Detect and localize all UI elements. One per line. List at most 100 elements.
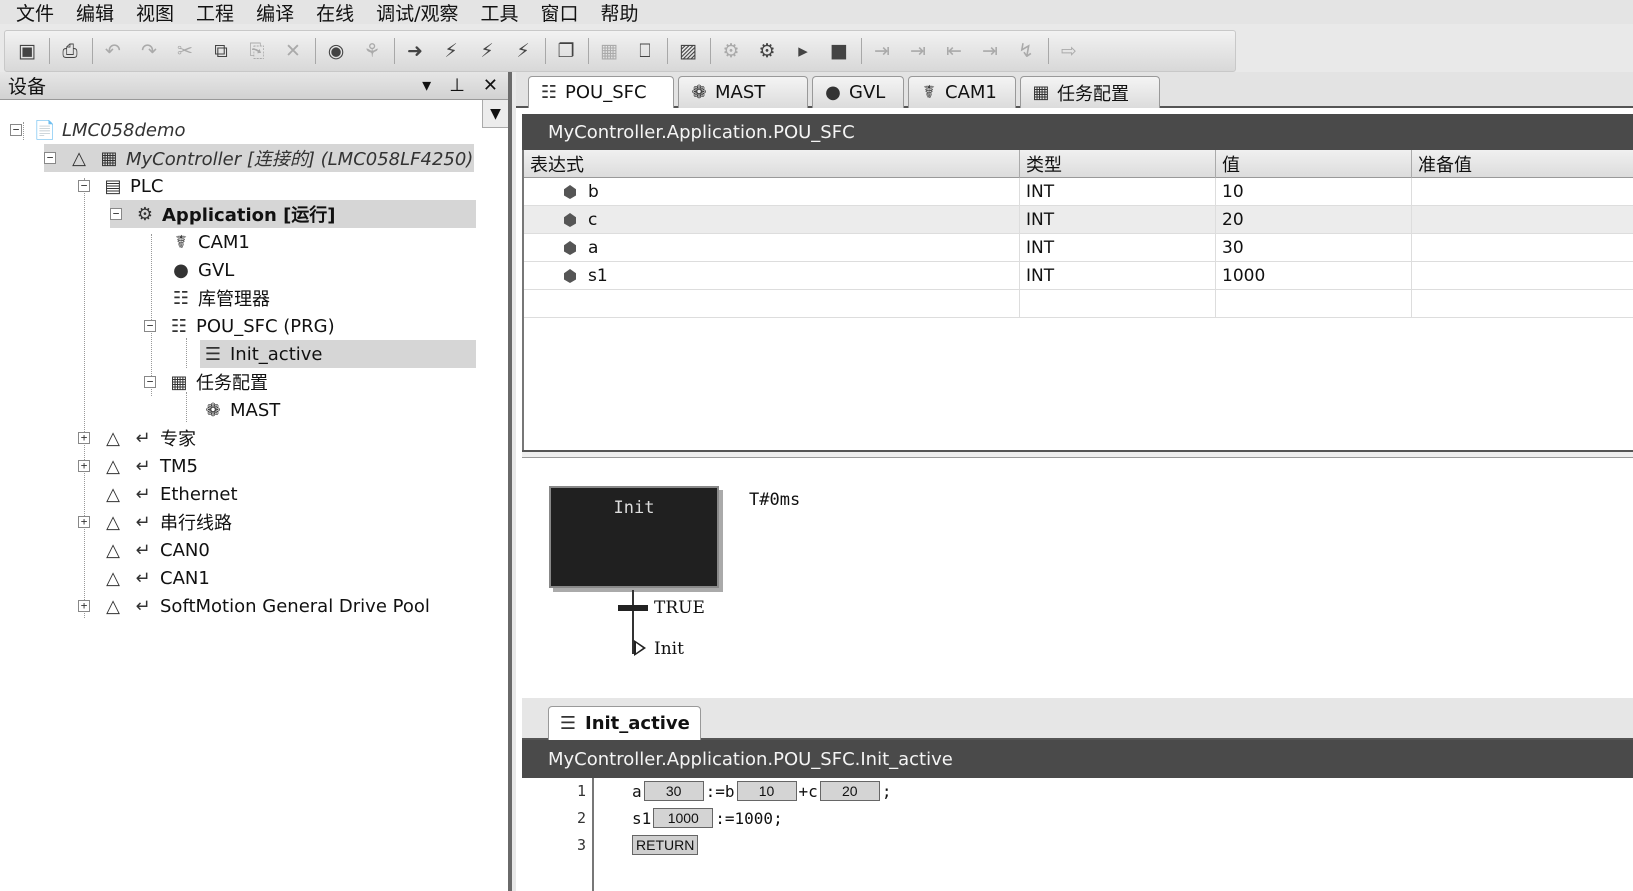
tree-item-controller[interactable]: − △ ▦ MyController [连接的] (LMC058LF4250) (44, 144, 474, 172)
tree-item-pou-sfc[interactable]: − ☷ POU_SFC (PRG) (144, 312, 474, 340)
tree-item-ethernet[interactable]: △ ↵ Ethernet (100, 480, 480, 508)
step-icon[interactable]: ⇥ (868, 37, 896, 65)
table-row[interactable]: c INT 20 (524, 206, 1633, 234)
table-row[interactable]: s1 INT 1000 (524, 262, 1633, 290)
logout-icon[interactable]: ⚡ (509, 37, 537, 65)
tree-item-cam1[interactable]: ☤ CAM1 (168, 228, 468, 256)
menu-tools[interactable]: 工具 (481, 0, 541, 26)
collapse-toggle[interactable]: − (144, 320, 156, 332)
tree-item-plc[interactable]: − ▤ PLC (78, 172, 378, 200)
table-row[interactable]: b INT 10 (524, 178, 1633, 206)
device-icon[interactable]: ⎕ (631, 37, 659, 65)
expand-toggle[interactable]: + (78, 432, 90, 444)
breakpoint-icon[interactable]: ↯ (1012, 37, 1040, 65)
tab-init-active[interactable]: ☰ Init_active (548, 706, 701, 740)
pin-icon[interactable]: ⊥ (449, 75, 465, 96)
stop-icon[interactable]: ■ (825, 37, 853, 65)
sfc-step-init[interactable]: Init (549, 486, 719, 588)
copy-icon[interactable]: ⧉ (207, 37, 235, 65)
tab-cam1[interactable]: ☤ CAM1 (908, 76, 1016, 108)
step-over-icon[interactable]: ⇥ (904, 37, 932, 65)
tab-gvl[interactable]: ● GVL (812, 76, 904, 108)
tree-item-expert[interactable]: + △ ↵ 专家 (78, 424, 478, 452)
print-icon[interactable]: ⎙ (56, 37, 84, 65)
collapse-toggle[interactable]: − (44, 152, 56, 164)
cell-prepared-value[interactable] (1412, 206, 1633, 234)
step-out-icon[interactable]: ⇤ (940, 37, 968, 65)
sfc-transition[interactable] (618, 605, 648, 611)
step-into-icon[interactable]: ⇥ (976, 37, 1004, 65)
dropdown-icon[interactable]: ▾ (422, 75, 431, 96)
debug-icon[interactable]: ⚙ (717, 37, 745, 65)
column-prepared-value[interactable]: 准备值 (1412, 150, 1633, 178)
menu-window[interactable]: 窗口 (541, 0, 601, 26)
code-line-2[interactable]: s1 1000 :=1000; (632, 805, 783, 831)
column-expression[interactable]: 表达式 (524, 150, 1020, 178)
tree-item-tm5[interactable]: + △ ↵ TM5 (78, 452, 478, 480)
cell-prepared-value[interactable] (1412, 178, 1633, 206)
tree-item-task-config[interactable]: − ▦ 任务配置 (144, 368, 474, 396)
tab-mast[interactable]: ❁ MAST (678, 76, 808, 108)
close-icon[interactable]: ✕ (483, 75, 498, 96)
undo-icon[interactable]: ↶ (99, 37, 127, 65)
code-line-1[interactable]: a 30 :=b 10 +c 20 ; (632, 778, 891, 804)
tree-item-mast[interactable]: ❁ MAST (200, 396, 476, 424)
tab-pou-sfc[interactable]: ☷ POU_SFC (528, 76, 674, 108)
tree-item-application[interactable]: − ⚙ Application [运行] (110, 200, 476, 228)
cell-prepared-value[interactable] (1412, 234, 1633, 262)
collapse-toggle[interactable]: − (144, 376, 156, 388)
module-icon[interactable]: ▦ (595, 37, 623, 65)
collapse-toggle[interactable]: − (78, 180, 90, 192)
menu-online[interactable]: 在线 (316, 0, 376, 26)
cell-prepared-value[interactable] (1412, 262, 1633, 290)
collapse-toggle[interactable]: − (110, 208, 122, 220)
save-icon[interactable]: ▣ (13, 37, 41, 65)
inline-monitor-value[interactable]: 30 (643, 781, 704, 801)
collapse-toggle[interactable]: − (10, 124, 22, 136)
inline-monitor-value[interactable]: 20 (819, 781, 880, 801)
find-icon[interactable]: ◉ (322, 37, 350, 65)
expand-toggle[interactable]: + (78, 516, 90, 528)
login-icon[interactable]: ⚡ (473, 37, 501, 65)
menu-view[interactable]: 视图 (136, 0, 196, 26)
inline-monitor-value[interactable]: 1000 (653, 808, 714, 828)
tree-item-root[interactable]: − 📄 LMC058demo (10, 116, 480, 144)
menu-project[interactable]: 工程 (196, 0, 256, 26)
expand-toggle[interactable]: + (78, 460, 90, 472)
menu-help[interactable]: 帮助 (601, 0, 651, 26)
tree-item-can1[interactable]: △ ↵ CAN1 (100, 564, 480, 592)
cut-icon[interactable]: ✂ (171, 37, 199, 65)
run-icon[interactable]: ▸ (789, 37, 817, 65)
window-icon[interactable]: ❐ (552, 37, 580, 65)
jump-arrow-icon[interactable] (634, 640, 646, 656)
tree-item-serial[interactable]: + △ ↵ 串行线路 (78, 508, 478, 536)
settings-icon[interactable]: ⚙ (753, 37, 781, 65)
redo-icon[interactable]: ↷ (135, 37, 163, 65)
pane-splitter[interactable] (522, 450, 1633, 458)
code-line-3[interactable]: RETURN (632, 832, 699, 858)
delete-icon[interactable]: ✕ (279, 37, 307, 65)
menu-edit[interactable]: 编辑 (76, 0, 136, 26)
menu-debug[interactable]: 调试/观察 (376, 0, 480, 26)
menu-file[interactable]: 文件 (16, 0, 76, 26)
table-row[interactable]: a INT 30 (524, 234, 1633, 262)
tree-item-can0[interactable]: △ ↵ CAN0 (100, 536, 480, 564)
tree-item-library-manager[interactable]: ☷ 库管理器 (168, 284, 468, 312)
paste-icon[interactable]: ⎘ (243, 37, 271, 65)
tree-item-gvl[interactable]: ● GVL (168, 256, 468, 284)
expand-toggle[interactable]: + (78, 600, 90, 612)
rebuild-icon[interactable]: ⚡ (437, 37, 465, 65)
tree-item-softmotion[interactable]: + △ ↵ SoftMotion General Drive Pool (78, 592, 498, 620)
cam-icon[interactable]: ▨ (674, 37, 702, 65)
column-value[interactable]: 值 (1216, 150, 1412, 178)
column-type[interactable]: 类型 (1020, 150, 1216, 178)
inline-monitor-value[interactable]: 10 (736, 781, 797, 801)
code-editor[interactable]: 1 2 3 a 30 :=b 10 +c 20 ; s1 1000 :=1000… (522, 778, 1633, 891)
find-replace-icon[interactable]: ⚘ (358, 37, 386, 65)
build-icon[interactable]: ➜ (401, 37, 429, 65)
tab-task-config[interactable]: ▦ 任务配置 (1020, 76, 1160, 108)
menu-build[interactable]: 编译 (256, 0, 316, 26)
tree-item-init-active[interactable]: ☰ Init_active (200, 340, 476, 368)
forward-icon[interactable]: ⇨ (1055, 37, 1083, 65)
table-row-empty[interactable] (524, 290, 1633, 318)
